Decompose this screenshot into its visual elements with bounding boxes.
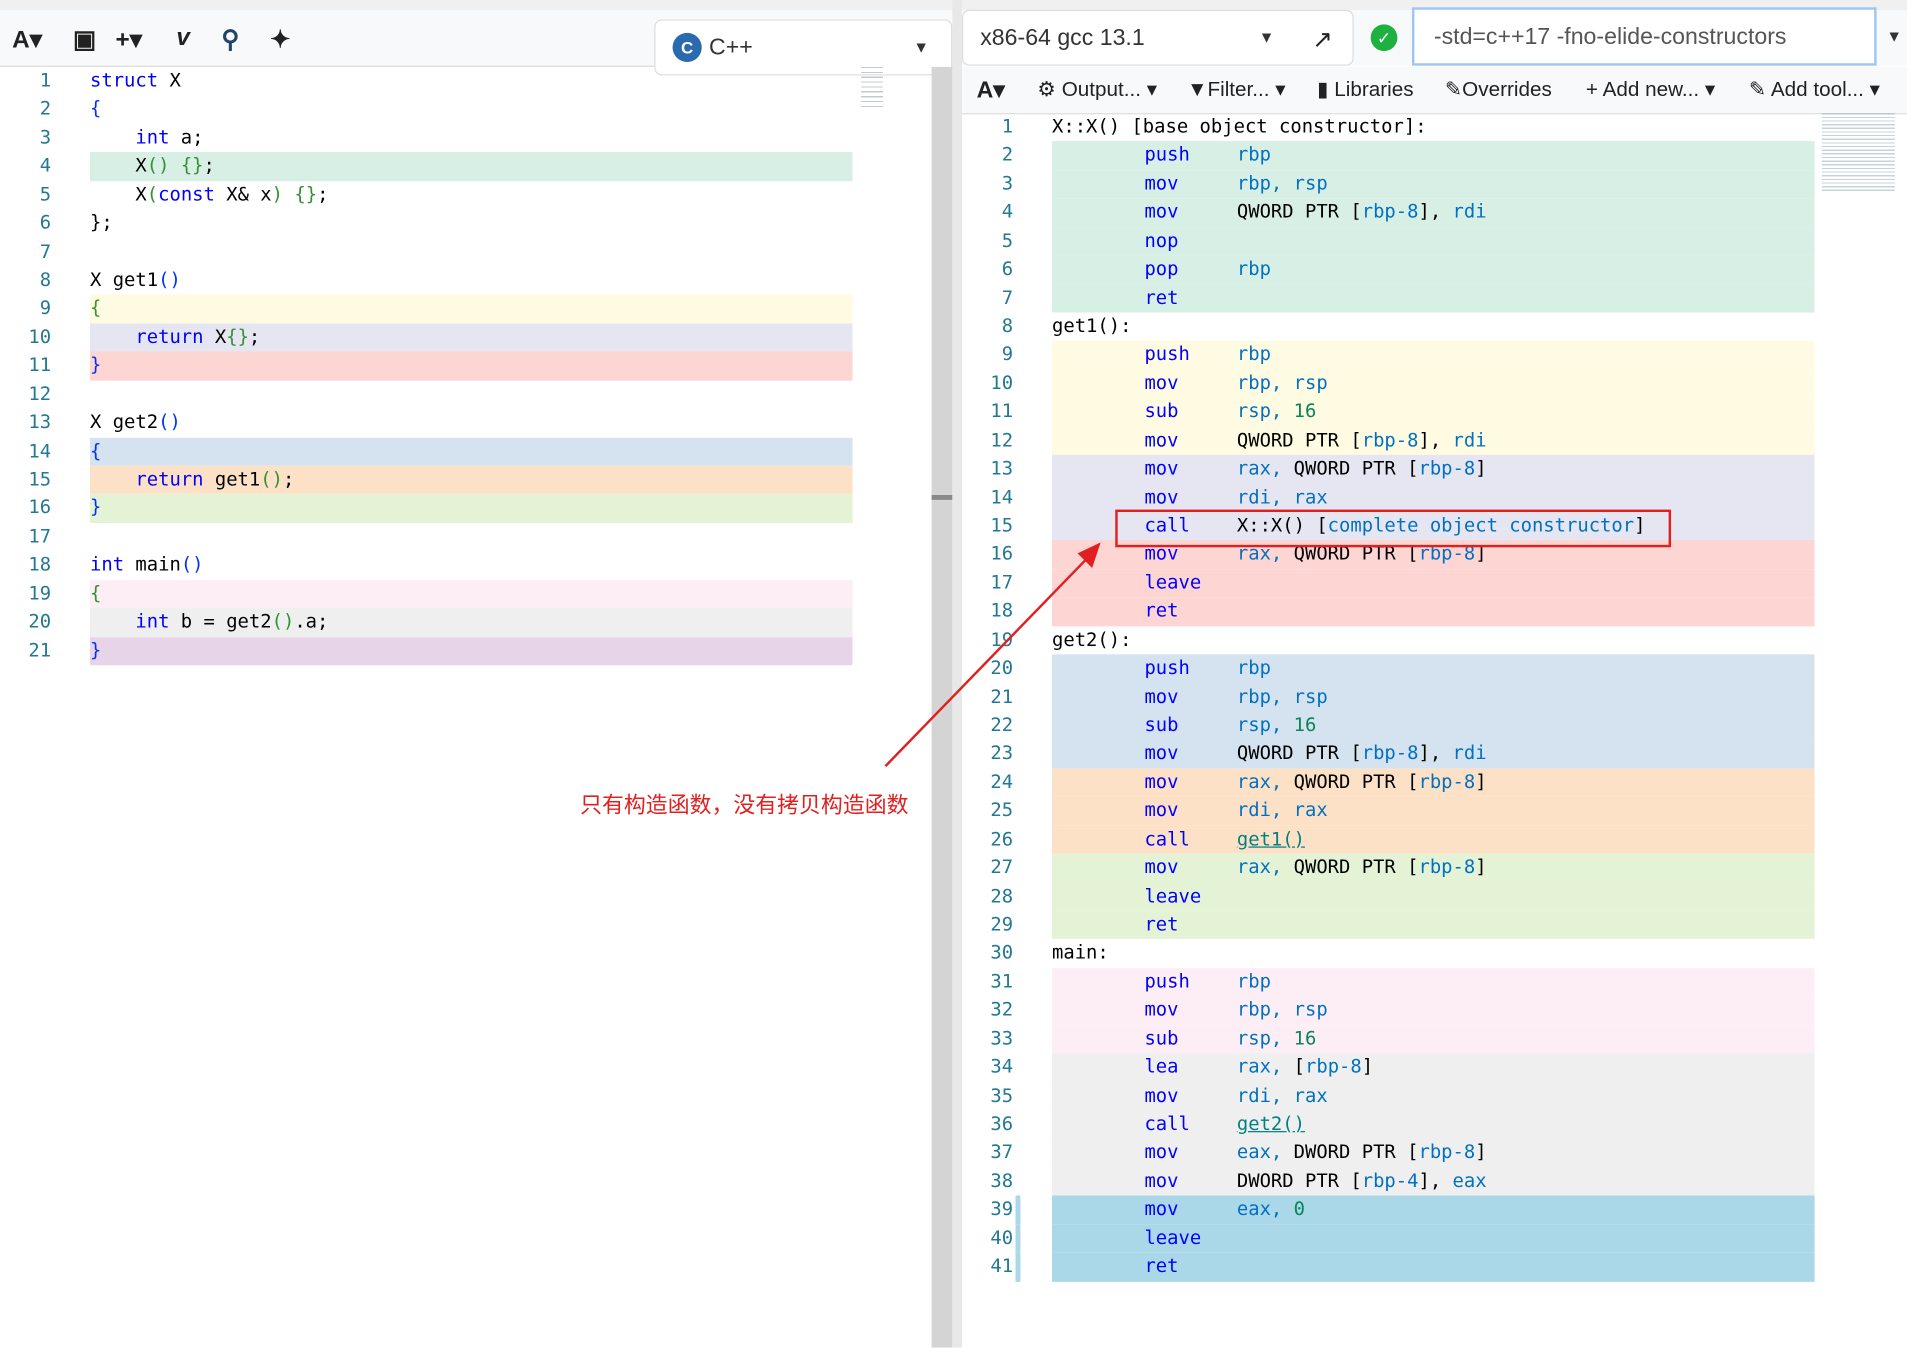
annotation-arrow — [884, 542, 1101, 768]
annotation-text: 只有构造函数，没有拷贝构造函数 — [580, 792, 909, 818]
